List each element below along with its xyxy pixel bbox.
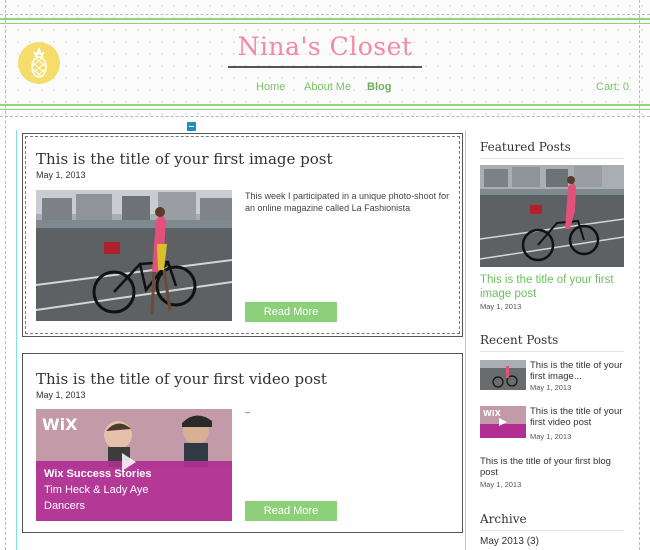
archive-item[interactable]: May 2013 (3) bbox=[480, 536, 539, 547]
nav-home[interactable]: Home bbox=[256, 81, 285, 93]
recent-post-date: May 1, 2013 bbox=[530, 432, 572, 441]
read-more-button[interactable]: Read More bbox=[245, 501, 337, 521]
recent-post-title[interactable]: This is the title of your first video po… bbox=[530, 406, 626, 428]
post-title[interactable]: This is the title of your first image po… bbox=[36, 150, 333, 168]
featured-post-link[interactable]: This is the title of your first image po… bbox=[480, 273, 624, 301]
recent-post-thumb[interactable] bbox=[480, 360, 526, 390]
post-excerpt: This week I participated in a unique pho… bbox=[245, 191, 450, 213]
svg-text:WiX: WiX bbox=[483, 409, 502, 418]
cart-link[interactable]: Cart: 0 bbox=[596, 81, 629, 93]
featured-post-image[interactable] bbox=[480, 165, 624, 267]
archive-heading: Archive bbox=[480, 512, 527, 526]
nav-blog[interactable]: Blog bbox=[367, 81, 391, 93]
recent-post-title[interactable]: This is the title of your first image... bbox=[530, 360, 626, 382]
featured-posts-heading: Featured Posts bbox=[480, 140, 571, 154]
post-video-thumbnail[interactable]: WiX Wix Success Stories Tim Heck & Lady … bbox=[36, 409, 232, 521]
read-more-button[interactable]: Read More bbox=[245, 302, 337, 322]
post-card: This is the title of your first image po… bbox=[22, 133, 463, 337]
post-date: May 1, 2013 bbox=[36, 390, 86, 400]
pineapple-logo-icon[interactable] bbox=[18, 42, 60, 84]
post-excerpt: – bbox=[245, 407, 251, 417]
recent-posts-heading: Recent Posts bbox=[480, 333, 559, 347]
site-header: Nina's Closet Home About Me Blog Cart: 0 bbox=[0, 0, 650, 118]
recent-post-title[interactable]: This is the title of your first blog pos… bbox=[480, 456, 620, 478]
wix-logo: WiX bbox=[42, 415, 78, 434]
post-date: May 1, 2013 bbox=[36, 170, 86, 180]
recent-post-date: May 1, 2013 bbox=[480, 480, 522, 489]
post-card: This is the title of your first video po… bbox=[22, 353, 463, 533]
post-title[interactable]: This is the title of your first video po… bbox=[36, 370, 327, 388]
nav-about-me[interactable]: About Me bbox=[304, 81, 351, 93]
recent-post-date: May 1, 2013 bbox=[530, 383, 572, 392]
post-image[interactable] bbox=[36, 190, 232, 321]
site-title[interactable]: Nina's Closet bbox=[200, 32, 450, 61]
edit-handle[interactable] bbox=[187, 122, 196, 131]
featured-post-date: May 1, 2013 bbox=[480, 302, 522, 311]
recent-post-thumb[interactable]: WiX bbox=[480, 406, 526, 438]
